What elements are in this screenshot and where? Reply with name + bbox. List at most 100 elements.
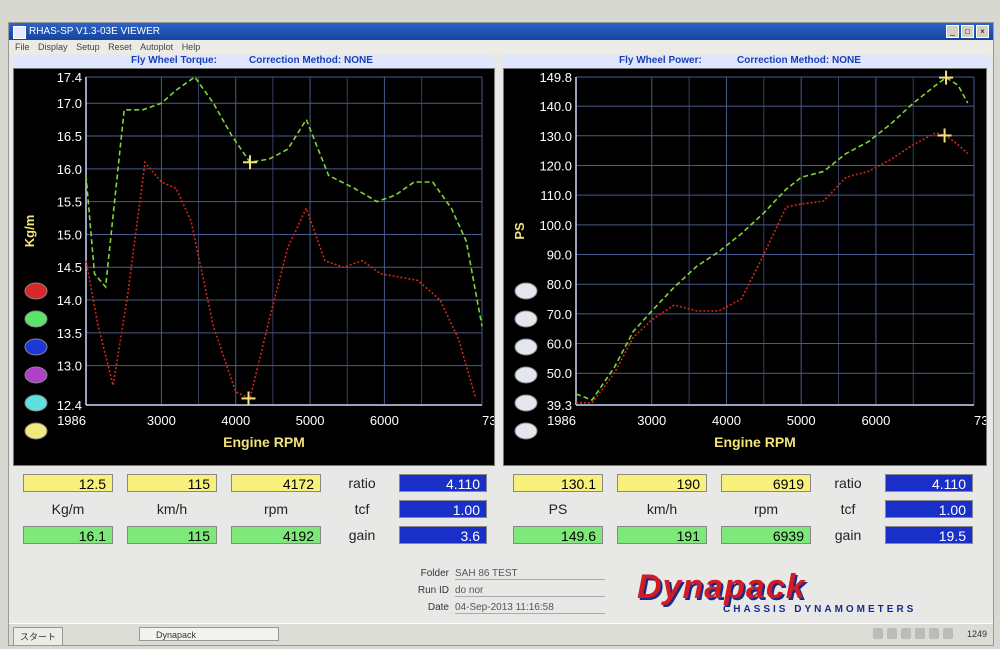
x-tick-label: 7313 bbox=[482, 413, 494, 428]
y-tick-label: 16.5 bbox=[57, 129, 82, 144]
x-tick-label: 3000 bbox=[147, 413, 176, 428]
minimize-icon[interactable]: _ bbox=[946, 25, 959, 38]
right-gain-label: gain bbox=[834, 527, 862, 543]
x-tick-label: 5000 bbox=[296, 413, 325, 428]
folder-field[interactable]: SAH 86 TEST bbox=[455, 568, 605, 580]
right-gain-value: 19.5 bbox=[885, 526, 973, 544]
x-axis-label: Engine RPM bbox=[714, 434, 796, 450]
right-readout-bottom-2: 191 bbox=[617, 526, 707, 544]
legend-dot bbox=[514, 366, 538, 384]
y-tick-label: 80.0 bbox=[547, 277, 572, 292]
menu-autoplot[interactable]: Autoplot bbox=[140, 40, 173, 54]
left-readout-bottom-2: 115 bbox=[127, 526, 217, 544]
screen: RHAS-SP V1.3-03E VIEWER _ □ × File Displ… bbox=[8, 22, 994, 646]
right-label-2: km/h bbox=[646, 501, 678, 517]
menu-file[interactable]: File bbox=[15, 40, 30, 54]
left-readout-top-3: 4172 bbox=[231, 474, 321, 492]
left-gain-label: gain bbox=[348, 527, 376, 543]
y-tick-label: 50.0 bbox=[547, 366, 572, 381]
torque-header-correction: Correction Method: NONE bbox=[249, 55, 373, 66]
y-axis-label: Kg/m bbox=[22, 215, 37, 248]
legend-dot bbox=[514, 310, 538, 328]
tray-icon[interactable] bbox=[887, 628, 897, 639]
readouts: 12.5 115 4172 Kg/m km/h rpm 16.1 115 419… bbox=[9, 466, 989, 558]
y-tick-label: 17.4 bbox=[57, 70, 82, 85]
power-chart: 149.8 140.0 130.0 120.0 110.0 100.0 90.0 80.0 70… bbox=[503, 68, 987, 466]
start-button[interactable]: スタート bbox=[13, 627, 64, 645]
right-tcf-label: tcf bbox=[840, 501, 856, 517]
y-tick-label: 14.0 bbox=[57, 293, 82, 308]
menu-setup[interactable]: Setup bbox=[76, 40, 100, 54]
menu-reset[interactable]: Reset bbox=[108, 40, 132, 54]
y-tick-label: 60.0 bbox=[547, 337, 572, 352]
y-tick-label: 16.0 bbox=[57, 162, 82, 177]
right-label-1: PS bbox=[548, 501, 568, 517]
tray-icon[interactable] bbox=[901, 628, 911, 639]
legend-dot bbox=[24, 422, 48, 440]
logo-brand: Dynapack bbox=[637, 568, 806, 606]
folder-label: Folder bbox=[420, 568, 449, 579]
torque-header: Fly Wheel Torque: Correction Method: NON… bbox=[13, 55, 493, 67]
legend-dot bbox=[514, 282, 538, 300]
legend-dot bbox=[24, 310, 48, 328]
left-label-1: Kg/m bbox=[51, 501, 85, 517]
x-tick-label: 5000 bbox=[787, 413, 816, 428]
x-tick-label: 6000 bbox=[370, 413, 399, 428]
y-tick-label: 15.0 bbox=[57, 227, 82, 242]
power-header-correction: Correction Method: NONE bbox=[737, 55, 861, 66]
clock: 1249 bbox=[966, 629, 987, 639]
title-bar: RHAS-SP V1.3-03E VIEWER _ □ × bbox=[9, 23, 993, 40]
taskbar-item-dynapack[interactable]: Dynapack bbox=[139, 627, 279, 641]
y-tick-label: 90.0 bbox=[547, 248, 572, 263]
power-header-name: Fly Wheel Power: bbox=[619, 55, 702, 66]
window-controls: _ □ × bbox=[946, 25, 989, 38]
run-info: Folder SAH 86 TEST Run ID do nor Date 04… bbox=[389, 568, 619, 618]
x-tick-label: 1986 bbox=[547, 413, 576, 428]
logo-subtitle: CHASSIS DYNAMOMETERS bbox=[723, 604, 917, 615]
x-tick-label: 7313 bbox=[974, 413, 986, 428]
x-tick-label: 1986 bbox=[57, 413, 86, 428]
y-tick-label: 13.0 bbox=[57, 359, 82, 374]
run-id-label: Run ID bbox=[417, 585, 449, 596]
system-tray bbox=[873, 628, 953, 639]
close-icon[interactable]: × bbox=[976, 25, 989, 38]
left-tcf-label: tcf bbox=[354, 501, 370, 517]
right-label-3: rpm bbox=[753, 501, 779, 517]
y-tick-label: 120.0 bbox=[539, 158, 572, 173]
right-tcf-value: 1.00 bbox=[885, 500, 973, 518]
torque-header-name: Fly Wheel Torque: bbox=[131, 55, 217, 66]
x-tick-label: 6000 bbox=[861, 413, 890, 428]
series-line-red bbox=[85, 160, 477, 400]
y-tick-label: 13.5 bbox=[57, 326, 82, 341]
tray-icon[interactable] bbox=[929, 628, 939, 639]
dynapack-logo: Dynapack CHASSIS DYNAMOMETERS bbox=[627, 568, 967, 616]
menu-display[interactable]: Display bbox=[38, 40, 68, 54]
legend-dot bbox=[24, 366, 48, 384]
y-tick-label: 100.0 bbox=[539, 218, 572, 233]
tray-icon[interactable] bbox=[915, 628, 925, 639]
y-axis-label: PS bbox=[512, 222, 527, 240]
tray-icon[interactable] bbox=[873, 628, 883, 639]
maximize-icon[interactable]: □ bbox=[961, 25, 974, 38]
left-readout-top-1: 12.5 bbox=[23, 474, 113, 492]
power-chart-svg: 149.8 140.0 130.0 120.0 110.0 100.0 90.0 80.0 70… bbox=[512, 70, 986, 450]
legend-dot bbox=[24, 282, 48, 300]
legend-dot bbox=[514, 338, 538, 356]
left-tcf-value: 1.00 bbox=[399, 500, 487, 518]
left-readout-bottom-3: 4192 bbox=[231, 526, 321, 544]
window-title: RHAS-SP V1.3-03E VIEWER bbox=[29, 26, 160, 37]
torque-chart-svg: 17.4 17.0 16.5 16.0 15.5 15.0 14.5 14.0 13.5 13.0… bbox=[22, 70, 494, 450]
date-label: Date bbox=[427, 602, 449, 613]
y-tick-label: 70.0 bbox=[547, 307, 572, 322]
run-id-field[interactable]: do nor bbox=[455, 585, 605, 597]
y-tick-label: 15.5 bbox=[57, 195, 82, 210]
right-ratio-value: 4.110 bbox=[885, 474, 973, 492]
menu-help[interactable]: Help bbox=[182, 40, 201, 54]
left-ratio-label: ratio bbox=[348, 475, 376, 491]
left-gain-value: 3.6 bbox=[399, 526, 487, 544]
tray-icon[interactable] bbox=[943, 628, 953, 639]
legend-dot bbox=[24, 338, 48, 356]
taskbar: スタート Dynapack 1249 bbox=[9, 623, 993, 645]
menu-bar: File Display Setup Reset Autoplot Help bbox=[9, 40, 993, 54]
y-tick-label: 149.8 bbox=[539, 70, 572, 85]
